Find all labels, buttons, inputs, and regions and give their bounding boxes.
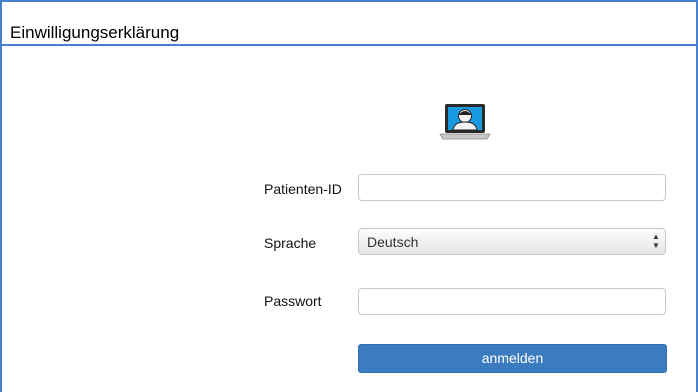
title-bar: Einwilligungserklärung: [2, 2, 696, 46]
patient-id-input[interactable]: [358, 174, 666, 201]
language-label: Sprache: [264, 235, 317, 251]
language-select-value: Deutsch: [367, 234, 419, 250]
password-label: Passwort: [264, 293, 322, 309]
password-input[interactable]: [358, 288, 666, 315]
up-down-arrows-icon: ▲ ▼: [652, 232, 660, 250]
login-button[interactable]: anmelden: [358, 344, 667, 373]
language-select[interactable]: Deutsch ▲ ▼: [358, 228, 666, 255]
page-title: Einwilligungserklärung: [10, 23, 180, 42]
user-laptop-icon: [439, 102, 491, 142]
app-window: Einwilligungserklärung Patienten-ID Spra…: [0, 0, 698, 392]
patient-id-label: Patienten-ID: [264, 181, 342, 197]
